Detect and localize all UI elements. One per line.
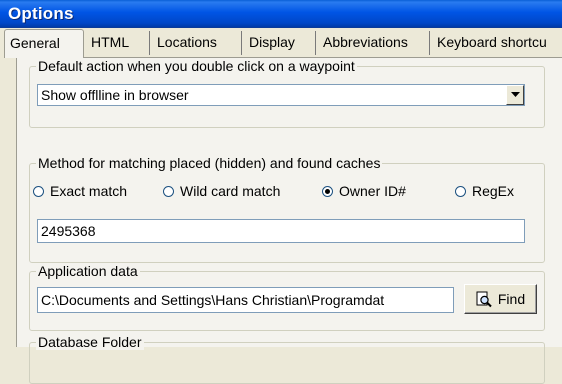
tab-label: Locations [157, 34, 217, 50]
tab-label: General [10, 35, 60, 51]
radio-circle-icon [163, 185, 174, 197]
chevron-down-icon [510, 92, 520, 97]
radio-circle-icon [322, 185, 333, 197]
radio-exact-match[interactable]: Exact match [33, 182, 127, 200]
window-title: Options [8, 4, 74, 23]
matching-method-legend: Method for matching placed (hidden) and … [36, 155, 383, 171]
radio-label: RegEx [472, 183, 515, 199]
title-bar: Options [0, 0, 562, 28]
tab-locations[interactable]: Locations [152, 31, 242, 55]
application-data-path-text: C:\Documents and Settings\Hans Christian… [41, 292, 385, 308]
double-click-action-select[interactable]: Show offlline in browser [37, 84, 525, 106]
dropdown-arrow-button[interactable] [506, 85, 524, 105]
tab-label: Keyboard shortcu [437, 34, 547, 50]
application-data-path-input[interactable]: C:\Documents and Settings\Hans Christian… [37, 287, 454, 313]
find-button-label: Find [497, 291, 526, 307]
tab-label: Abbreviations [323, 34, 408, 50]
radio-circle-icon [33, 185, 44, 197]
radio-owner-id[interactable]: Owner ID# [322, 182, 406, 200]
database-folder-legend: Database Folder [36, 334, 144, 350]
tab-keyboard-shortcuts[interactable]: Keyboard shortcu [432, 31, 562, 55]
tab-label: HTML [91, 34, 130, 50]
find-button[interactable]: Find [464, 284, 537, 314]
tab-label: Display [249, 34, 295, 50]
tab-html[interactable]: HTML [86, 31, 150, 55]
radio-regex[interactable]: RegEx [455, 182, 514, 200]
matching-method-group [29, 163, 545, 263]
radio-wild-card-match[interactable]: Wild card match [163, 182, 280, 200]
find-magnifier-icon [476, 291, 492, 307]
radio-label: Exact match [50, 183, 128, 199]
application-data-legend: Application data [36, 263, 140, 279]
tab-display[interactable]: Display [244, 31, 316, 55]
double-click-legend: Default action when you double click on … [36, 58, 357, 74]
radio-label: Owner ID# [339, 183, 406, 199]
radio-label: Wild card match [180, 183, 281, 199]
match-value-input[interactable]: 2495368 [37, 219, 525, 243]
double-click-selected-value: Show offlline in browser [41, 87, 189, 103]
tab-general[interactable]: General [4, 29, 84, 58]
radio-circle-icon [455, 185, 466, 197]
general-tab-panel: Default action when you double click on … [16, 57, 562, 384]
tab-abbreviations[interactable]: Abbreviations [318, 31, 430, 55]
match-value-text: 2495368 [41, 223, 96, 239]
